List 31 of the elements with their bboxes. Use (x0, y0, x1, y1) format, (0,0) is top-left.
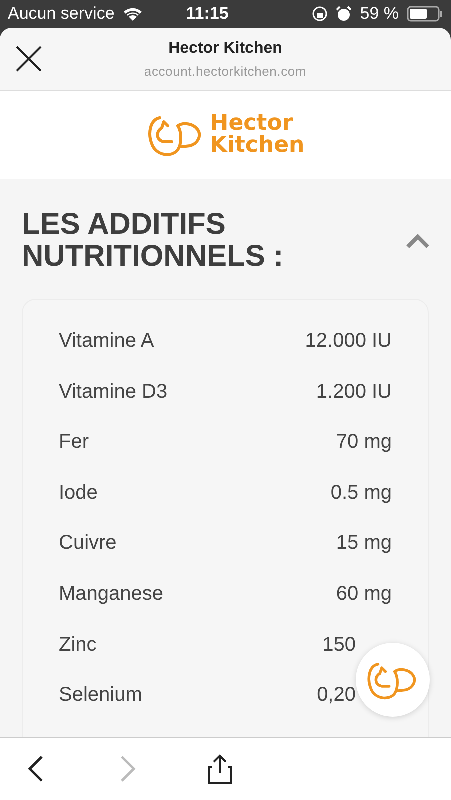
nutrient-value: 70 mg (336, 431, 392, 454)
close-button[interactable] (14, 44, 44, 74)
nutrient-name: Selenium (59, 684, 142, 708)
alarm-icon (336, 6, 352, 22)
nutrient-name: Cuivre (59, 532, 117, 556)
logo-text: Kitchen (210, 135, 305, 157)
wifi-icon (122, 7, 143, 21)
close-icon (14, 44, 44, 74)
nutrient-value: 150 (322, 634, 356, 657)
nutrient-name: Fer (59, 431, 89, 454)
carrier-text: Aucun service (8, 4, 115, 24)
nutrient-name: Iode (59, 482, 98, 505)
nutrient-name: Vitamine A (59, 330, 154, 353)
nutrient-name: Zinc (59, 634, 97, 657)
page-url: account.hectorkitchen.com (144, 64, 307, 78)
rotation-lock-icon (312, 6, 328, 22)
nutrient-value: 0.5 mg (330, 482, 392, 505)
battery-icon (407, 6, 443, 22)
nutrient-value: 15 mg (336, 532, 392, 556)
battery-text: 59 % (360, 4, 399, 24)
nutrient-name: Vitamine D3 (59, 380, 168, 404)
nutrient-value: 60 mg (336, 582, 392, 606)
nutrient-value: 1.200 IU (316, 380, 392, 404)
page-title: Hector Kitchen (168, 40, 282, 58)
section-title: LES ADDITIFS NUTRITIONNELS : (22, 209, 285, 274)
nutrient-value: 12.000 IU (305, 330, 392, 353)
nutrient-name: Manganese (59, 582, 164, 606)
nutrient-value: 0,20 (317, 684, 356, 708)
clock-text: 11:15 (185, 4, 230, 24)
logo-text: Hector (210, 113, 294, 135)
chevron-icon[interactable] (405, 232, 431, 250)
